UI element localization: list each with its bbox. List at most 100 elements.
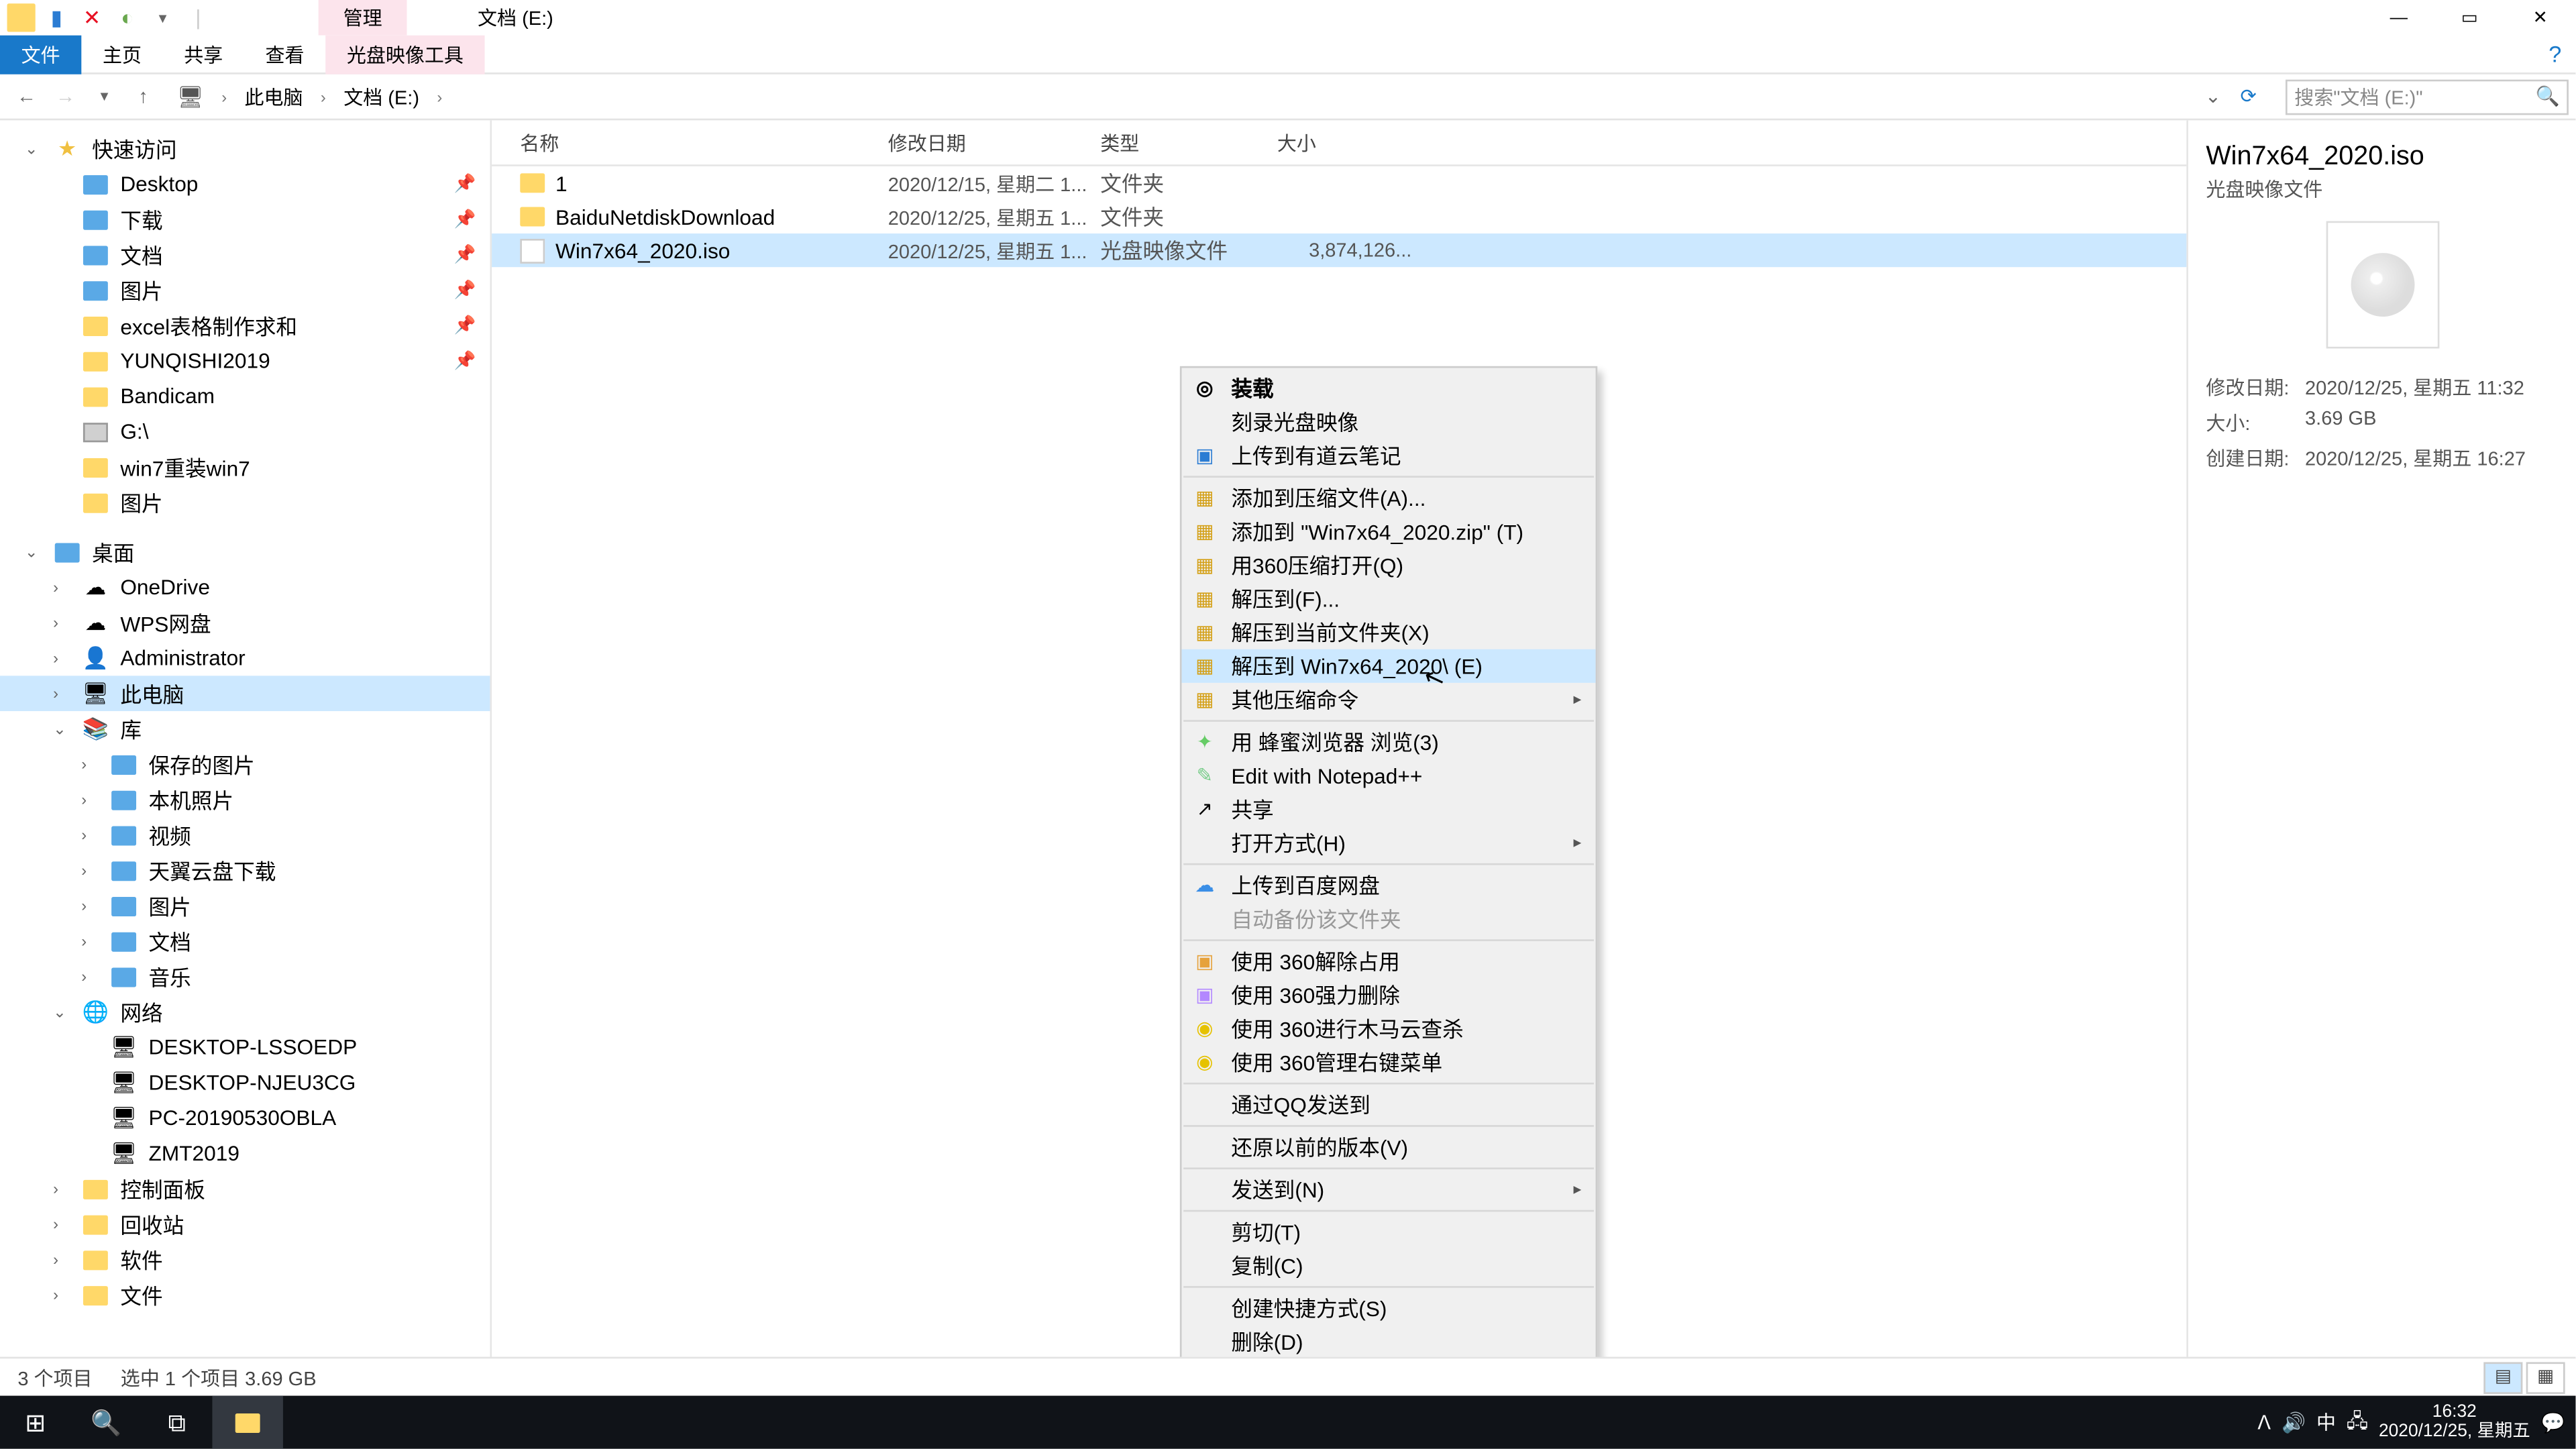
context-menu-item[interactable]: ◎装载 <box>1182 372 1596 405</box>
expand-icon[interactable]: › <box>53 1180 70 1197</box>
context-menu-item[interactable]: 自动备份该文件夹 <box>1182 902 1596 936</box>
context-menu-item[interactable]: ▦解压到当前文件夹(X) <box>1182 616 1596 649</box>
expand-icon[interactable]: › <box>81 967 99 985</box>
context-menu-item[interactable]: ▦用360压缩打开(Q) <box>1182 548 1596 582</box>
qat-chevron-icon[interactable]: ▾ <box>149 3 177 32</box>
pin-qat-icon[interactable]: ▮ <box>42 3 70 32</box>
breadcrumb-pc[interactable]: 此电脑 <box>237 78 310 114</box>
file-row[interactable]: BaiduNetdiskDownload2020/12/25, 星期五 1...… <box>492 200 2186 233</box>
sidebar-item[interactable]: win7重装win7 <box>0 449 490 485</box>
help-icon[interactable]: ? <box>2548 41 2561 68</box>
volume-icon[interactable]: 🔊 <box>2282 1411 2306 1434</box>
network-icon[interactable]: 🖧 <box>2347 1405 2368 1439</box>
forward-button[interactable]: → <box>46 86 85 107</box>
context-menu-item[interactable]: ☁上传到百度网盘 <box>1182 869 1596 902</box>
sidebar-item[interactable]: 文档📌 <box>0 237 490 272</box>
context-menu-item[interactable]: 还原以前的版本(V) <box>1182 1130 1596 1164</box>
search-input[interactable]: 搜索"文档 (E:)" 🔍 <box>2286 78 2569 114</box>
sidebar-item[interactable]: ⌄★快速访问 <box>0 131 490 166</box>
explorer-taskbar-icon[interactable] <box>212 1396 282 1449</box>
sidebar-item[interactable]: ⌄🌐网络 <box>0 994 490 1030</box>
back-button[interactable]: ← <box>7 86 46 107</box>
sidebar-item[interactable]: Bandicam <box>0 378 490 414</box>
sidebar-item[interactable]: 🖥PC-20190530OBLA <box>0 1100 490 1136</box>
expand-icon[interactable]: › <box>53 614 70 631</box>
context-menu-item[interactable]: ✦用 蜂蜜浏览器 浏览(3) <box>1182 725 1596 759</box>
expand-icon[interactable]: › <box>81 791 99 808</box>
file-row[interactable]: 12020/12/15, 星期二 1...文件夹 <box>492 166 2186 200</box>
context-menu-item[interactable]: 打开方式(H)▸ <box>1182 826 1596 859</box>
col-date[interactable]: 修改日期 <box>881 128 1093 156</box>
context-menu-item[interactable]: ▦添加到 "Win7x64_2020.zip" (T) <box>1182 515 1596 548</box>
expand-icon[interactable]: › <box>53 685 70 702</box>
sidebar-item[interactable]: ›👤Administrator <box>0 641 490 676</box>
context-menu-item[interactable]: ▣上传到有道云笔记 <box>1182 439 1596 472</box>
sidebar-item[interactable]: 图片 <box>0 485 490 521</box>
ribbon-tab-home[interactable]: 主页 <box>81 34 162 73</box>
tray-chevron-icon[interactable]: ᐱ <box>2257 1411 2271 1434</box>
close-button[interactable]: ✕ <box>2505 0 2575 36</box>
sidebar-item[interactable]: G:\ <box>0 414 490 449</box>
context-menu-item[interactable]: 复制(C) <box>1182 1249 1596 1283</box>
clock[interactable]: 16:32 2020/12/25, 星期五 <box>2379 1403 2530 1442</box>
col-type[interactable]: 类型 <box>1093 128 1271 156</box>
action-icon[interactable]: ◐ <box>113 3 142 32</box>
address-dropdown-button[interactable]: ⌄ <box>2197 85 2229 108</box>
expand-icon[interactable]: ⌄ <box>53 1002 70 1022</box>
ribbon-tab-view[interactable]: 查看 <box>244 34 325 73</box>
sidebar-item[interactable]: ⌄📚库 <box>0 711 490 747</box>
search-taskbar-button[interactable]: 🔍 <box>70 1396 141 1449</box>
context-menu-item[interactable]: 通过QQ发送到 <box>1182 1088 1596 1122</box>
sidebar-item[interactable]: 🖥DESKTOP-LSSOEDP <box>0 1030 490 1065</box>
view-large-button[interactable]: ▦ <box>2526 1361 2565 1393</box>
sidebar-item[interactable]: ›保存的图片 <box>0 747 490 782</box>
sidebar-item[interactable]: ›🖥此电脑 <box>0 676 490 711</box>
sidebar-item[interactable]: ›视频 <box>0 817 490 853</box>
minimize-button[interactable]: — <box>2363 0 2434 36</box>
expand-icon[interactable]: ⌄ <box>25 139 42 158</box>
breadcrumb-drive[interactable]: 文档 (E:) <box>337 78 427 114</box>
context-menu-item[interactable]: 创建快捷方式(S) <box>1182 1291 1596 1325</box>
expand-icon[interactable]: › <box>81 826 99 843</box>
context-menu-item[interactable]: ▣使用 360强力删除 <box>1182 978 1596 1012</box>
start-button[interactable]: ⊞ <box>0 1396 70 1449</box>
action-center-icon[interactable]: 💬 <box>2541 1411 2565 1434</box>
breadcrumb[interactable]: 🖥 › 此电脑 › 文档 (E:) › <box>163 78 2198 114</box>
sidebar-item[interactable]: Desktop📌 <box>0 166 490 202</box>
expand-icon[interactable]: ⌄ <box>25 542 42 561</box>
expand-icon[interactable]: › <box>53 578 70 596</box>
context-menu-item[interactable]: ◉使用 360进行木马云查杀 <box>1182 1012 1596 1045</box>
context-menu-item[interactable]: ▦解压到(F)... <box>1182 582 1596 616</box>
context-menu-item[interactable]: ✎Edit with Notepad++ <box>1182 759 1596 792</box>
sidebar-item[interactable]: ›☁OneDrive <box>0 570 490 605</box>
sidebar-item[interactable]: ›文件 <box>0 1277 490 1313</box>
view-details-button[interactable]: ▤ <box>2483 1361 2522 1393</box>
context-menu-item[interactable]: 刻录光盘映像 <box>1182 405 1596 439</box>
sidebar-item[interactable]: 图片📌 <box>0 272 490 308</box>
context-menu-item[interactable]: ◉使用 360管理右键菜单 <box>1182 1045 1596 1079</box>
context-menu-item[interactable]: 删除(D) <box>1182 1325 1596 1356</box>
context-menu-item[interactable]: 剪切(T) <box>1182 1216 1596 1249</box>
ime-icon[interactable]: 中 <box>2316 1408 2336 1436</box>
sidebar-item[interactable]: ›图片 <box>0 888 490 924</box>
taskview-button[interactable]: ⧉ <box>142 1396 212 1449</box>
sidebar-item[interactable]: ›控制面板 <box>0 1171 490 1207</box>
ribbon-tab-disctool[interactable]: 光盘映像工具 <box>325 34 484 73</box>
expand-icon[interactable]: › <box>53 1250 70 1268</box>
contextual-tab-manage[interactable]: 管理 <box>319 0 407 36</box>
sidebar-item[interactable]: ›回收站 <box>0 1206 490 1242</box>
sidebar-item[interactable]: ›☁WPS网盘 <box>0 605 490 641</box>
sidebar-item[interactable]: excel表格制作求和📌 <box>0 308 490 343</box>
expand-icon[interactable]: › <box>53 649 70 667</box>
refresh-button[interactable]: ⟳ <box>2229 85 2268 108</box>
sidebar-item[interactable]: YUNQISHI2019📌 <box>0 343 490 379</box>
expand-icon[interactable]: › <box>81 897 99 914</box>
file-row[interactable]: Win7x64_2020.iso2020/12/25, 星期五 1...光盘映像… <box>492 233 2186 267</box>
expand-icon[interactable]: › <box>81 861 99 879</box>
search-icon[interactable]: 🔍 <box>2536 85 2560 108</box>
sidebar-item[interactable]: ›天翼云盘下载 <box>0 853 490 888</box>
sidebar-item[interactable]: 下载📌 <box>0 202 490 237</box>
context-menu-item[interactable]: 发送到(N)▸ <box>1182 1173 1596 1206</box>
maximize-button[interactable]: ▭ <box>2434 0 2505 36</box>
up-button[interactable]: ↑ <box>124 86 163 107</box>
